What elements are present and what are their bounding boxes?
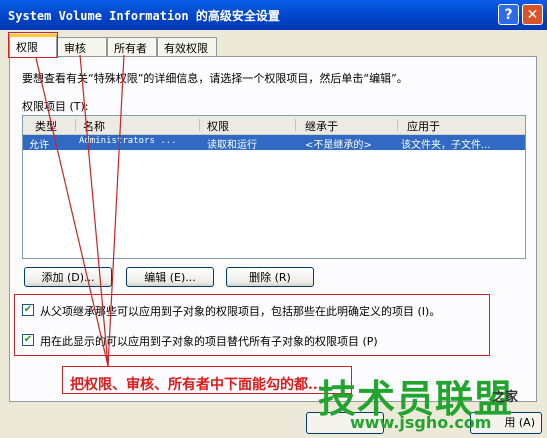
watermark-url: www.jsgho.com — [350, 413, 492, 432]
watermark-suffix: 之家 — [492, 390, 519, 405]
annotation-text: 把权限、审核、所有者中下面能勾的都... — [70, 377, 323, 393]
tab-permissions[interactable]: 权限 — [9, 34, 57, 57]
